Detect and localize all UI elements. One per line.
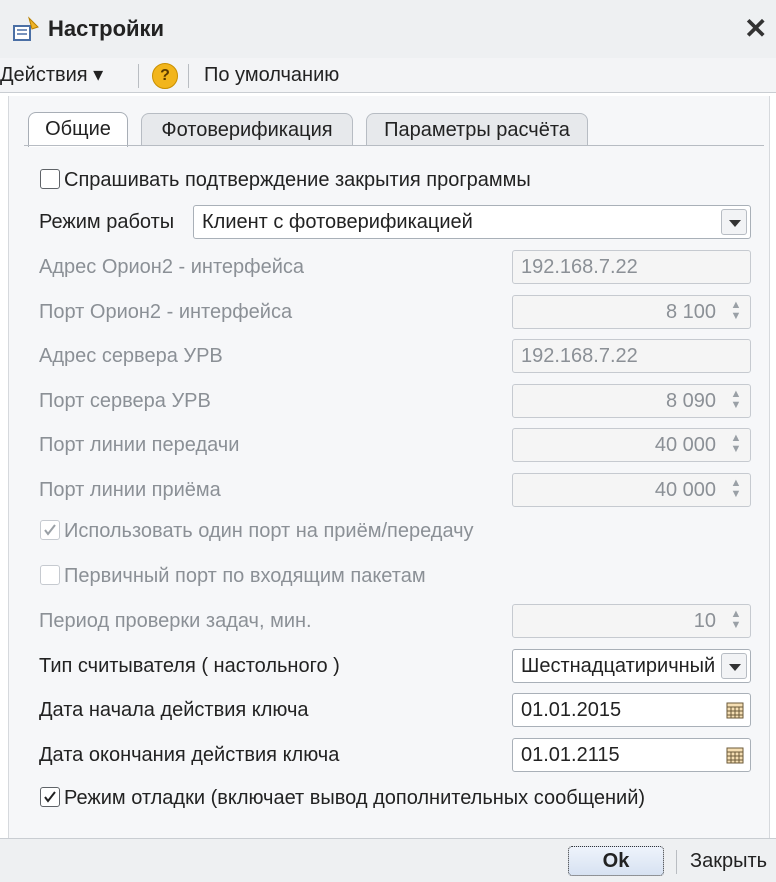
- orion-port-label: Порт Орион2 - интерфейса: [39, 301, 293, 323]
- urv-address-field: 192.168.7.22: [512, 339, 751, 373]
- settings-icon: [13, 16, 39, 41]
- orion-address-value: 192.168.7.22: [521, 256, 638, 278]
- tab-general[interactable]: Общие: [28, 112, 128, 147]
- task-period-field: 10 ▲ ▼: [512, 604, 751, 638]
- orion-port-field: 8 100 ▲ ▼: [512, 295, 751, 329]
- urv-address-label: Адрес сервера УРВ: [39, 345, 223, 367]
- tab-calculation-params[interactable]: Параметры расчёта: [366, 113, 588, 146]
- primary-port-label: Первичный порт по входящим пакетам: [64, 565, 426, 587]
- single-port-checkbox: [40, 520, 60, 540]
- spinner-icon: ▲ ▼: [730, 477, 742, 500]
- dropdown-icon[interactable]: [721, 653, 747, 679]
- key-end-label: Дата окончания действия ключа: [39, 744, 340, 766]
- debug-checkbox[interactable]: [40, 787, 60, 807]
- task-period-label: Период проверки задач, мин.: [39, 610, 312, 632]
- single-port-label: Использовать один порт на приём/передачу: [64, 520, 474, 542]
- toolbar-separator: [188, 64, 189, 88]
- spinner-icon: ▲ ▼: [730, 299, 742, 322]
- toolbar-separator: [138, 64, 139, 88]
- key-start-value: 01.01.2015: [521, 699, 622, 721]
- key-end-value: 01.01.2115: [521, 744, 620, 766]
- orion-address-label: Адрес Орион2 - интерфейса: [39, 256, 304, 278]
- task-period-value: 10: [693, 610, 716, 632]
- help-icon[interactable]: ?: [152, 63, 178, 89]
- close-button[interactable]: Закрыть: [690, 850, 767, 873]
- window-title: Настройки: [48, 16, 165, 41]
- defaults-button[interactable]: По умолчанию: [204, 62, 339, 88]
- key-end-field[interactable]: 01.01.2115: [512, 738, 751, 772]
- dropdown-icon[interactable]: [721, 209, 747, 235]
- spinner-icon: ▲ ▼: [730, 432, 742, 455]
- urv-port-value: 8 090: [665, 390, 716, 412]
- rx-port-value: 40 000: [654, 479, 716, 501]
- reader-type-label: Тип считывателя ( настольного ): [39, 655, 340, 677]
- orion-address-field: 192.168.7.22: [512, 250, 751, 284]
- checkmark-icon: [44, 524, 56, 536]
- checkmark-icon: [44, 791, 56, 803]
- tx-port-label: Порт линии передачи: [39, 434, 240, 456]
- mode-label: Режим работы: [39, 211, 175, 233]
- tx-port-field: 40 000 ▲ ▼: [512, 428, 751, 462]
- key-start-field[interactable]: 01.01.2015: [512, 693, 751, 727]
- debug-label: Режим отладки (включает вывод дополнител…: [64, 787, 646, 809]
- primary-port-checkbox: [40, 565, 60, 585]
- rx-port-label: Порт линии приёма: [39, 479, 221, 501]
- rx-port-field: 40 000 ▲ ▼: [512, 473, 751, 507]
- urv-port-field: 8 090 ▲ ▼: [512, 384, 751, 418]
- spinner-icon: ▲ ▼: [730, 388, 742, 411]
- footer-separator: [676, 850, 677, 874]
- urv-address-value: 192.168.7.22: [521, 345, 638, 367]
- spinner-icon: ▲ ▼: [730, 608, 742, 631]
- tx-port-value: 40 000: [654, 434, 716, 456]
- mode-select[interactable]: Клиент с фотоверификацией: [193, 205, 751, 239]
- tab-divider: [24, 145, 764, 146]
- orion-port-value: 8 100: [665, 301, 716, 323]
- actions-menu[interactable]: Действия ▾: [0, 62, 103, 88]
- toolbar: [0, 58, 776, 93]
- key-start-label: Дата начала действия ключа: [39, 699, 309, 721]
- close-icon[interactable]: ✕: [744, 12, 767, 45]
- mode-value: Клиент с фотоверификацией: [202, 211, 473, 233]
- confirm-exit-checkbox[interactable]: [40, 169, 60, 189]
- calendar-icon[interactable]: [726, 701, 744, 719]
- reader-type-value: Шестнадцатиричный: [521, 655, 716, 677]
- confirm-exit-label: Спрашивать подтверждение закрытия програ…: [64, 169, 531, 191]
- tab-photoverification[interactable]: Фотоверификация: [141, 113, 353, 146]
- calendar-icon[interactable]: [726, 746, 744, 764]
- reader-type-select[interactable]: Шестнадцатиричный: [512, 649, 751, 683]
- urv-port-label: Порт сервера УРВ: [39, 390, 211, 412]
- ok-button[interactable]: Ok: [568, 846, 664, 876]
